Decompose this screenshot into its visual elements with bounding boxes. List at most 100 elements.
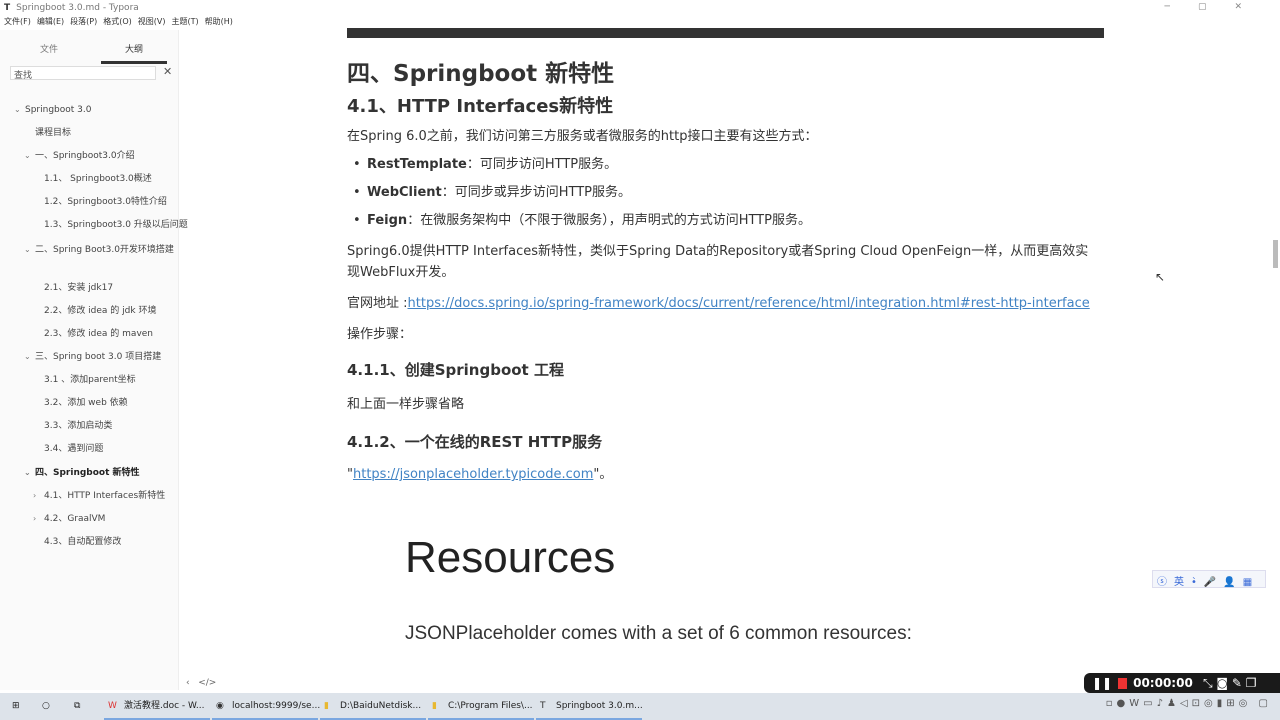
close-button[interactable]: ✕: [1234, 2, 1270, 12]
jsonplaceholder-link[interactable]: https://jsonplaceholder.typicode.com: [353, 467, 593, 482]
taskbar-app[interactable]: T Springboot 3.0.m...: [536, 693, 643, 720]
outline-item[interactable]: 1.1、 Springboot3.0概述: [44, 172, 194, 186]
app-icon: W: [108, 701, 117, 711]
menu-item[interactable]: 视图(V): [138, 17, 166, 26]
taskbar-app[interactable]: ▮ C:\Program Files\...: [428, 693, 534, 720]
app-icon: ◉: [216, 701, 224, 711]
outline-item[interactable]: 3.3、添加启动类: [44, 419, 194, 433]
chevron-right-icon[interactable]: ›: [33, 489, 36, 503]
pause-icon[interactable]: ❚❚: [1092, 676, 1112, 690]
screen-recorder: ❚❚ 00:00:00 ⤡ ◙ ✎ ❐: [1084, 673, 1280, 693]
task-view-icon[interactable]: ⧉: [74, 693, 80, 720]
outline-item[interactable]: 1.3、Springboot3.0 升级以后问题: [44, 218, 194, 232]
outline-item[interactable]: › 4.1、HTTP Interfaces新特性: [33, 489, 194, 503]
outline-label: 四、Springboot 新特性: [35, 468, 140, 478]
chevron-down-icon[interactable]: ⌄: [24, 350, 31, 364]
chevron-right-icon[interactable]: ›: [33, 512, 36, 526]
outline-label: 3.3、添加启动类: [44, 421, 113, 431]
taskbar-app-label: Springboot 3.0.m...: [556, 701, 643, 711]
list-item: WebClient：可同步或异步访问HTTP服务。: [347, 179, 1107, 207]
app-icon: ▮: [324, 701, 329, 711]
outline-label: 三、Spring boot 3.0 项目搭建: [35, 352, 162, 362]
search-input[interactable]: 查找: [10, 66, 156, 81]
outline-label: 一、Springboot3.0介绍: [35, 151, 135, 161]
maximize-button[interactable]: ▢: [1198, 2, 1235, 12]
minimize-button[interactable]: ─: [1165, 2, 1198, 12]
image-title: Resources: [405, 533, 616, 582]
outline-item[interactable]: ⌄ 四、Springboot 新特性: [24, 466, 185, 480]
chevron-down-icon[interactable]: ⌄: [24, 466, 31, 480]
outline-item[interactable]: ⌄ 三、Spring boot 3.0 项目搭建: [24, 350, 185, 364]
chevron-down-icon[interactable]: ⌄: [14, 103, 21, 117]
list-item: Feign：在微服务架构中（不限于微服务），用声明式的方式访问HTTP服务。: [347, 207, 1107, 235]
description: ：可同步或异步访问HTTP服务。: [441, 185, 632, 200]
outline-label: 1.1、 Springboot3.0概述: [44, 174, 152, 184]
close-icon[interactable]: ✕: [163, 65, 172, 78]
sidebar-footer: ‹ </>: [186, 678, 216, 688]
heading-3: 4.1.1、创建Springboot 工程: [347, 361, 564, 379]
outline-item[interactable]: 2.3、修改 idea 的 maven: [44, 327, 194, 341]
docs-link[interactable]: https://docs.spring.io/spring-framework/…: [408, 296, 1090, 311]
menu-item[interactable]: 段落(P): [70, 17, 97, 26]
outline-item[interactable]: ⌄ Springboot 3.0: [14, 103, 175, 117]
stop-icon[interactable]: [1118, 678, 1128, 689]
outline-item[interactable]: 课程目标: [35, 126, 185, 140]
outline-label: 2.1、安装 jdk17: [44, 283, 114, 293]
menu-item[interactable]: 文件(F): [4, 17, 31, 26]
outline-item[interactable]: › 4.2、GraalVM: [33, 512, 194, 526]
taskbar-app-label: localhost:9999/se...: [232, 701, 321, 711]
term: RestTemplate: [367, 157, 467, 172]
system-tray-icons[interactable]: ▫●W▭♪♟◁⊡◎▮⊞◎ ▢: [1106, 698, 1272, 709]
sidebar: 文件 大纲 查找 ✕ ⌄ Springboot 3.0 课程目标 ⌄ 一、Springb…: [0, 30, 188, 690]
paragraph: Spring6.0提供HTTP Interfaces新特性，类似于Spring …: [347, 244, 1089, 280]
outline-label: 4.1、HTTP Interfaces新特性: [44, 491, 166, 501]
label: 官网地址 :: [347, 296, 408, 311]
menu-item[interactable]: 帮助(H): [205, 17, 233, 26]
menu-item[interactable]: 主题(T): [171, 17, 198, 26]
paragraph: 和上面一样步骤省略: [347, 397, 465, 412]
scrollbar[interactable]: [1273, 240, 1278, 268]
outline-item[interactable]: 1.2、Springboot3.0特性介绍: [44, 195, 194, 209]
tab-files[interactable]: 文件: [40, 42, 58, 55]
source-code-icon[interactable]: </>: [198, 678, 216, 688]
paragraph: 官网地址 :https://docs.spring.io/spring-fram…: [347, 293, 1107, 314]
outline-label: 二、Spring Boot3.0开发环境搭建: [35, 245, 174, 255]
outline-label: 3.1 、添加parent坐标: [44, 375, 136, 385]
menu-item[interactable]: 格式(O): [103, 17, 132, 26]
ime-toolbar[interactable]: ⓢ英•̀🎤👤▦: [1152, 570, 1266, 588]
outline-item[interactable]: 3.2、添加 web 依赖: [44, 396, 194, 410]
quote: "。: [593, 467, 613, 482]
outline-item[interactable]: 3.4、遇到问题: [44, 442, 194, 456]
outline-item[interactable]: ⌄ 一、Springboot3.0介绍: [24, 149, 185, 163]
outline-item[interactable]: ⌄ 二、Spring Boot3.0开发环境搭建: [24, 243, 185, 257]
chevron-down-icon[interactable]: ⌄: [24, 149, 31, 163]
document: 四、Springboot 新特性 4.1、HTTP Interfaces新特性 …: [347, 28, 1107, 644]
title-bar: T Springboot 3.0.md - Typora ─▢✕: [0, 0, 1280, 16]
outline-item[interactable]: 2.1、安装 jdk17: [44, 281, 194, 295]
image-fragment: [347, 28, 1104, 38]
taskbar-app[interactable]: ▮ D:\BaiduNetdisk...: [320, 693, 426, 720]
menu-item[interactable]: 编辑(E): [37, 17, 64, 26]
heading-2: 4.1、HTTP Interfaces新特性: [347, 96, 614, 117]
chevron-down-icon[interactable]: ⌄: [24, 243, 31, 257]
tab-outline[interactable]: 大纲: [101, 42, 168, 64]
outline-label: 4.3、自动配置修改: [44, 537, 122, 547]
outline-item[interactable]: 2.2、修改 idea 的 jdk 环境: [44, 304, 194, 318]
heading-1: 四、Springboot 新特性: [347, 61, 615, 87]
outline-item[interactable]: 3.1 、添加parent坐标: [44, 373, 194, 387]
taskbar-app[interactable]: ◉ localhost:9999/se...: [212, 693, 321, 720]
outline-label: Springboot 3.0: [25, 105, 92, 115]
outline-label: 2.3、修改 idea 的 maven: [44, 329, 154, 339]
recorder-tools-icons[interactable]: ⤡ ◙ ✎ ❐: [1203, 676, 1257, 690]
term: Feign: [367, 213, 408, 228]
search-icon[interactable]: ○: [42, 693, 50, 720]
paragraph: 操作步骤：: [347, 327, 413, 342]
heading-3: 4.1.2、一个在线的REST HTTP服务: [347, 433, 603, 451]
outline-item[interactable]: 4.3、自动配置修改: [44, 535, 194, 549]
collapse-sidebar-icon[interactable]: ‹: [186, 678, 190, 688]
start-icon[interactable]: ⊞: [12, 693, 20, 720]
window-title: Springboot 3.0.md - Typora: [16, 3, 139, 13]
outline-label: 3.4、遇到问题: [44, 444, 104, 454]
taskbar: ⊞ ○ ⧉ W 激活教程.doc - W... ◉ localhost:9999/se…: [0, 693, 1280, 720]
taskbar-app[interactable]: W 激活教程.doc - W...: [104, 693, 210, 720]
